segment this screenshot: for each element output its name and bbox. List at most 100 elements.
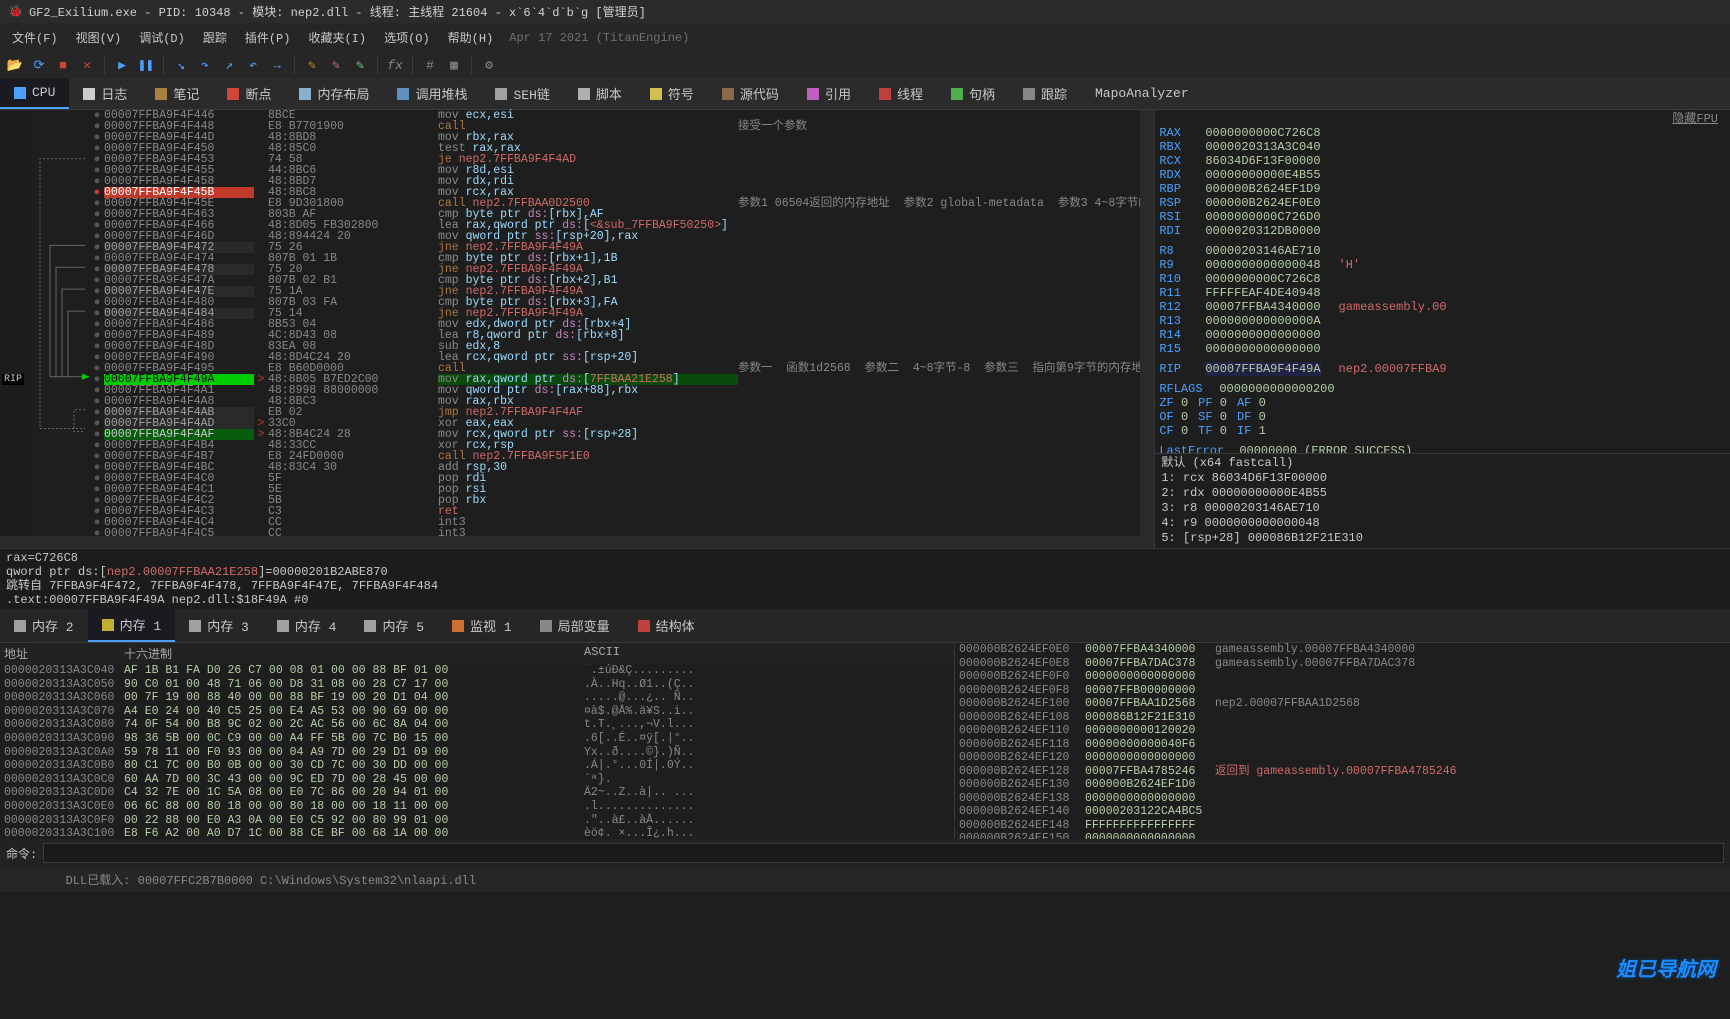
dump-row[interactable]: 0000020313A3C08074 0F 54 00 B8 9C 02 00 …	[0, 718, 954, 732]
disasm-row[interactable]: ●00007FFBA9F4F47275 26jne nep2.7FFBA9F4F…	[90, 242, 1154, 253]
reg-row[interactable]: RSP000000B2624EF0E0	[1159, 196, 1726, 210]
stack-row[interactable]: 000000B2624EF1100000000000120020	[955, 724, 1730, 738]
disasm-row[interactable]: ●00007FFBA9F4F4C05Fpop rdi	[90, 473, 1154, 484]
disasm-row[interactable]: ●00007FFBA9F4F47875 20jne nep2.7FFBA9F4F…	[90, 264, 1154, 275]
disasm-row[interactable]: ●00007FFBA9F4F4ABEB 02jmp nep2.7FFBA9F4F…	[90, 407, 1154, 418]
disasm-row[interactable]: ●00007FFBA9F4F45374 58je nep2.7FFBA9F4F4…	[90, 154, 1154, 165]
args-pane[interactable]: 默认 (x64 fastcall) 1: rcx 86034D6F13F0000…	[1155, 453, 1730, 548]
disasm-row[interactable]: ●00007FFBA9F4F4A148:8998 88000000mov qwo…	[90, 385, 1154, 396]
reg-row[interactable]: R1200007FFBA4340000gameassembly.00	[1159, 300, 1726, 314]
reg-row[interactable]: R140000000000000000	[1159, 328, 1726, 342]
dump-row[interactable]: 0000020313A3C040AF 1B B1 FA D0 26 C7 00 …	[0, 664, 954, 678]
tab-断点[interactable]: 断点	[213, 78, 285, 109]
tab-跟踪[interactable]: 跟踪	[1009, 78, 1081, 109]
reg-row[interactable]: R11FFFFFEAF4DE40948	[1159, 286, 1726, 300]
settings-icon[interactable]: ⚙	[480, 56, 498, 74]
step-into-icon[interactable]: ↘	[172, 56, 190, 74]
disasm-hscrollbar[interactable]	[0, 536, 1140, 548]
tab-CPU[interactable]: CPU	[0, 78, 69, 109]
stack-row[interactable]: 000000B2624EF12800007FFBA4785246返回到 game…	[955, 765, 1730, 779]
reg-row[interactable]: R90000000000000048'H'	[1159, 258, 1726, 272]
dump-row[interactable]: 0000020313A3C0E006 6C 88 00 80 18 00 00 …	[0, 800, 954, 814]
stack-row[interactable]: 000000B2624EF0E000007FFBA4340000gameasse…	[955, 643, 1730, 657]
disasm-row[interactable]: ●00007FFBA9F4F4C25Bpop rbx	[90, 495, 1154, 506]
stack-pane[interactable]: 000000B2624EF0E000007FFBA4340000gameasse…	[955, 643, 1730, 839]
reg-row[interactable]: R150000000000000000	[1159, 342, 1726, 356]
disasm-row[interactable]: ●00007FFBA9F4F474807B 01 1Bcmp byte ptr …	[90, 253, 1154, 264]
menu-item[interactable]: 调试(D)	[131, 26, 193, 49]
stack-row[interactable]: 000000B2624EF148FFFFFFFFFFFFFFFF	[955, 819, 1730, 833]
reg-row[interactable]: R100000000000C726C8	[1159, 272, 1726, 286]
subtab-局部变量[interactable]: 局部变量	[526, 609, 624, 642]
menu-item[interactable]: 收藏夹(I)	[300, 26, 374, 49]
disasm-row[interactable]: ●00007FFBA9F4F4AF>48:8B4C24 28mov rcx,qw…	[90, 429, 1154, 440]
subtab-结构体[interactable]: 结构体	[624, 609, 709, 642]
subtab-内存 3[interactable]: 内存 3	[175, 609, 263, 642]
dump-row[interactable]: 0000020313A3C0D0C4 32 7E 00 1C 5A 08 00 …	[0, 786, 954, 800]
disasm-row[interactable]: ●00007FFBA9F4F4894C:8D43 08lea r8,qword …	[90, 330, 1154, 341]
step-over-icon[interactable]: ↷	[196, 56, 214, 74]
disasm-row[interactable]: ●00007FFBA9F4F45EE8 9D301800call nep2.7F…	[90, 198, 1154, 209]
disasm-row[interactable]: ●00007FFBA9F4F4BC48:83C4 30add rsp,30	[90, 462, 1154, 473]
reg-row[interactable]: R800000203146AE710	[1159, 244, 1726, 258]
close-icon[interactable]: ✕	[78, 56, 96, 74]
run-icon[interactable]: ▶	[113, 56, 131, 74]
tab-线程[interactable]: 线程	[865, 78, 937, 109]
stop-icon[interactable]: ■	[54, 56, 72, 74]
tab-调用堆栈[interactable]: 调用堆栈	[383, 78, 481, 109]
stack-row[interactable]: 000000B2624EF1500000000000000000	[955, 832, 1730, 839]
fx-icon[interactable]: fx	[386, 56, 404, 74]
disasm-row[interactable]: ●00007FFBA9F4F47E75 1Ajne nep2.7FFBA9F4F…	[90, 286, 1154, 297]
dump-pane[interactable]: 地址 十六进制 ASCII 0000020313A3C040AF 1B B1 F…	[0, 643, 955, 839]
reg-row[interactable]: RSI0000000000C726D0	[1159, 210, 1726, 224]
stack-row[interactable]: 000000B2624EF1200000000000000000	[955, 751, 1730, 765]
disasm-row[interactable]: ●00007FFBA9F4F448E8 B7701900call 接受一个参数	[90, 121, 1154, 132]
menu-item[interactable]: 选项(O)	[376, 26, 438, 49]
reg-row[interactable]: RBX0000020313A3C040	[1159, 140, 1726, 154]
tab-笔记[interactable]: 笔记	[141, 78, 213, 109]
calc-icon[interactable]: ▦	[445, 56, 463, 74]
label-icon[interactable]: ✎	[351, 56, 369, 74]
stack-row[interactable]: 000000B2624EF0F00000000000000000	[955, 670, 1730, 684]
dump-row[interactable]: 0000020313A3C0B080 C1 7C 00 B0 0B 00 00 …	[0, 759, 954, 773]
disasm-row[interactable]: ●00007FFBA9F4F47A807B 02 B1cmp byte ptr …	[90, 275, 1154, 286]
tab-内存布局[interactable]: 内存布局	[285, 78, 383, 109]
hash-icon[interactable]: #	[421, 56, 439, 74]
step-out-icon[interactable]: ↗	[220, 56, 238, 74]
open-icon[interactable]: 📂	[6, 56, 24, 74]
dump-row[interactable]: 0000020313A3C05090 C0 01 00 48 71 06 00 …	[0, 678, 954, 692]
stack-row[interactable]: 000000B2624EF0F800007FFB00000000	[955, 684, 1730, 698]
tab-句柄[interactable]: 句柄	[937, 78, 1009, 109]
disasm-row[interactable]: ●00007FFBA9F4F45544:8BC6mov r8d,esi	[90, 165, 1154, 176]
patch-icon[interactable]: ✎	[303, 56, 321, 74]
reg-row[interactable]: RDI0000020312DB0000	[1159, 224, 1726, 238]
dump-row[interactable]: 0000020313A3C100E8 F6 A2 00 A0 D7 1C 00 …	[0, 827, 954, 839]
dump-row[interactable]: 0000020313A3C070A4 E0 24 00 40 C5 25 00 …	[0, 705, 954, 719]
disasm-row[interactable]: ●00007FFBA9F4F44D48:8BD8mov rbx,rax	[90, 132, 1154, 143]
menu-item[interactable]: 插件(P)	[237, 26, 299, 49]
menu-item[interactable]: 帮助(H)	[440, 26, 502, 49]
dump-row[interactable]: 0000020313A3C09098 36 5B 00 0C C9 00 00 …	[0, 732, 954, 746]
disasm-scrollbar[interactable]	[1140, 110, 1154, 548]
dump-row[interactable]: 0000020313A3C06000 7F 19 00 88 40 00 00 …	[0, 691, 954, 705]
subtab-内存 2[interactable]: 内存 2	[0, 609, 88, 642]
tab-源代码[interactable]: 源代码	[708, 78, 793, 109]
disasm-row[interactable]: ●00007FFBA9F4F4A848:8BC3mov rax,rbx	[90, 396, 1154, 407]
subtab-内存 1[interactable]: 内存 1	[88, 609, 176, 642]
disasm-row[interactable]: ●00007FFBA9F4F4C15Epop rsi	[90, 484, 1154, 495]
command-input[interactable]	[43, 843, 1724, 863]
reg-row[interactable]: RDX00000000000E4B55	[1159, 168, 1726, 182]
subtab-内存 4[interactable]: 内存 4	[263, 609, 351, 642]
step-back-icon[interactable]: ↶	[244, 56, 262, 74]
disasm-row[interactable]: ●00007FFBA9F4F4B7E8 24FD0000call nep2.7F…	[90, 451, 1154, 462]
menu-item[interactable]: 跟踪	[195, 26, 235, 49]
comment-icon[interactable]: ✎	[327, 56, 345, 74]
menu-item[interactable]: 文件(F)	[4, 26, 66, 49]
tab-符号[interactable]: 符号	[636, 78, 708, 109]
hide-fpu-link[interactable]: 隐藏FPU	[1159, 112, 1726, 126]
stack-row[interactable]: 000000B2624EF130000000B2624EF1D0	[955, 778, 1730, 792]
disasm-row[interactable]: ●00007FFBA9F4F45048:85C0test rax,rax	[90, 143, 1154, 154]
reg-row[interactable]: RCX86034D6F13F00000	[1159, 154, 1726, 168]
registers-pane[interactable]: 隐藏FPU RAX0000000000C726C8RBX0000020313A3…	[1155, 110, 1730, 453]
subtab-监视 1[interactable]: 监视 1	[438, 609, 526, 642]
